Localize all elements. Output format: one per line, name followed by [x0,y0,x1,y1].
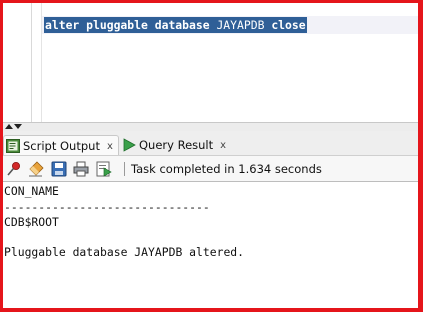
save-icon[interactable] [51,161,67,177]
tab-label: Query Result [139,138,214,152]
sql-identifier: JAYAPDB [216,18,265,32]
sql-worksheet-window: alter pluggable database JAYAPDB close S… [3,3,418,308]
eraser-icon[interactable] [28,161,44,177]
print-icon[interactable] [73,161,89,177]
sql-tail: close [264,18,306,32]
selected-sql-statement[interactable]: alter pluggable database JAYAPDB close [44,17,307,33]
query-result-run-icon [123,138,136,152]
panel-splitter[interactable] [3,122,418,131]
sql-keywords: alter pluggable database [45,18,217,32]
tab-script-output[interactable]: Script Output x [3,135,119,156]
tab-query-result[interactable]: Query Result x [120,135,234,155]
script-output-icon [6,139,20,153]
run-script-icon[interactable] [96,161,112,177]
output-line: ------------------------------ [4,200,210,214]
script-output-toolbar: Task completed in 1.634 seconds [3,155,418,182]
script-output-panel[interactable]: CON_NAME ------------------------------ … [3,182,418,308]
tab-label: Script Output [23,139,100,153]
close-tab-button[interactable]: x [220,140,226,151]
close-tab-button[interactable]: x [107,141,113,152]
sql-editor[interactable]: alter pluggable database JAYAPDB close [3,3,418,122]
line-number-gutter [31,3,32,122]
toolbar-separator [124,162,125,176]
output-line: Pluggable database JAYAPDB altered. [4,245,245,259]
output-line: CON_NAME [4,184,59,198]
collapse-up-icon[interactable] [5,124,13,129]
output-tab-bar: Script Output x Query Result x [3,131,418,156]
pin-icon[interactable] [6,161,22,177]
expand-down-icon[interactable] [14,124,22,129]
task-status-text: Task completed in 1.634 seconds [131,162,322,176]
output-line: CDB$ROOT [4,215,59,229]
